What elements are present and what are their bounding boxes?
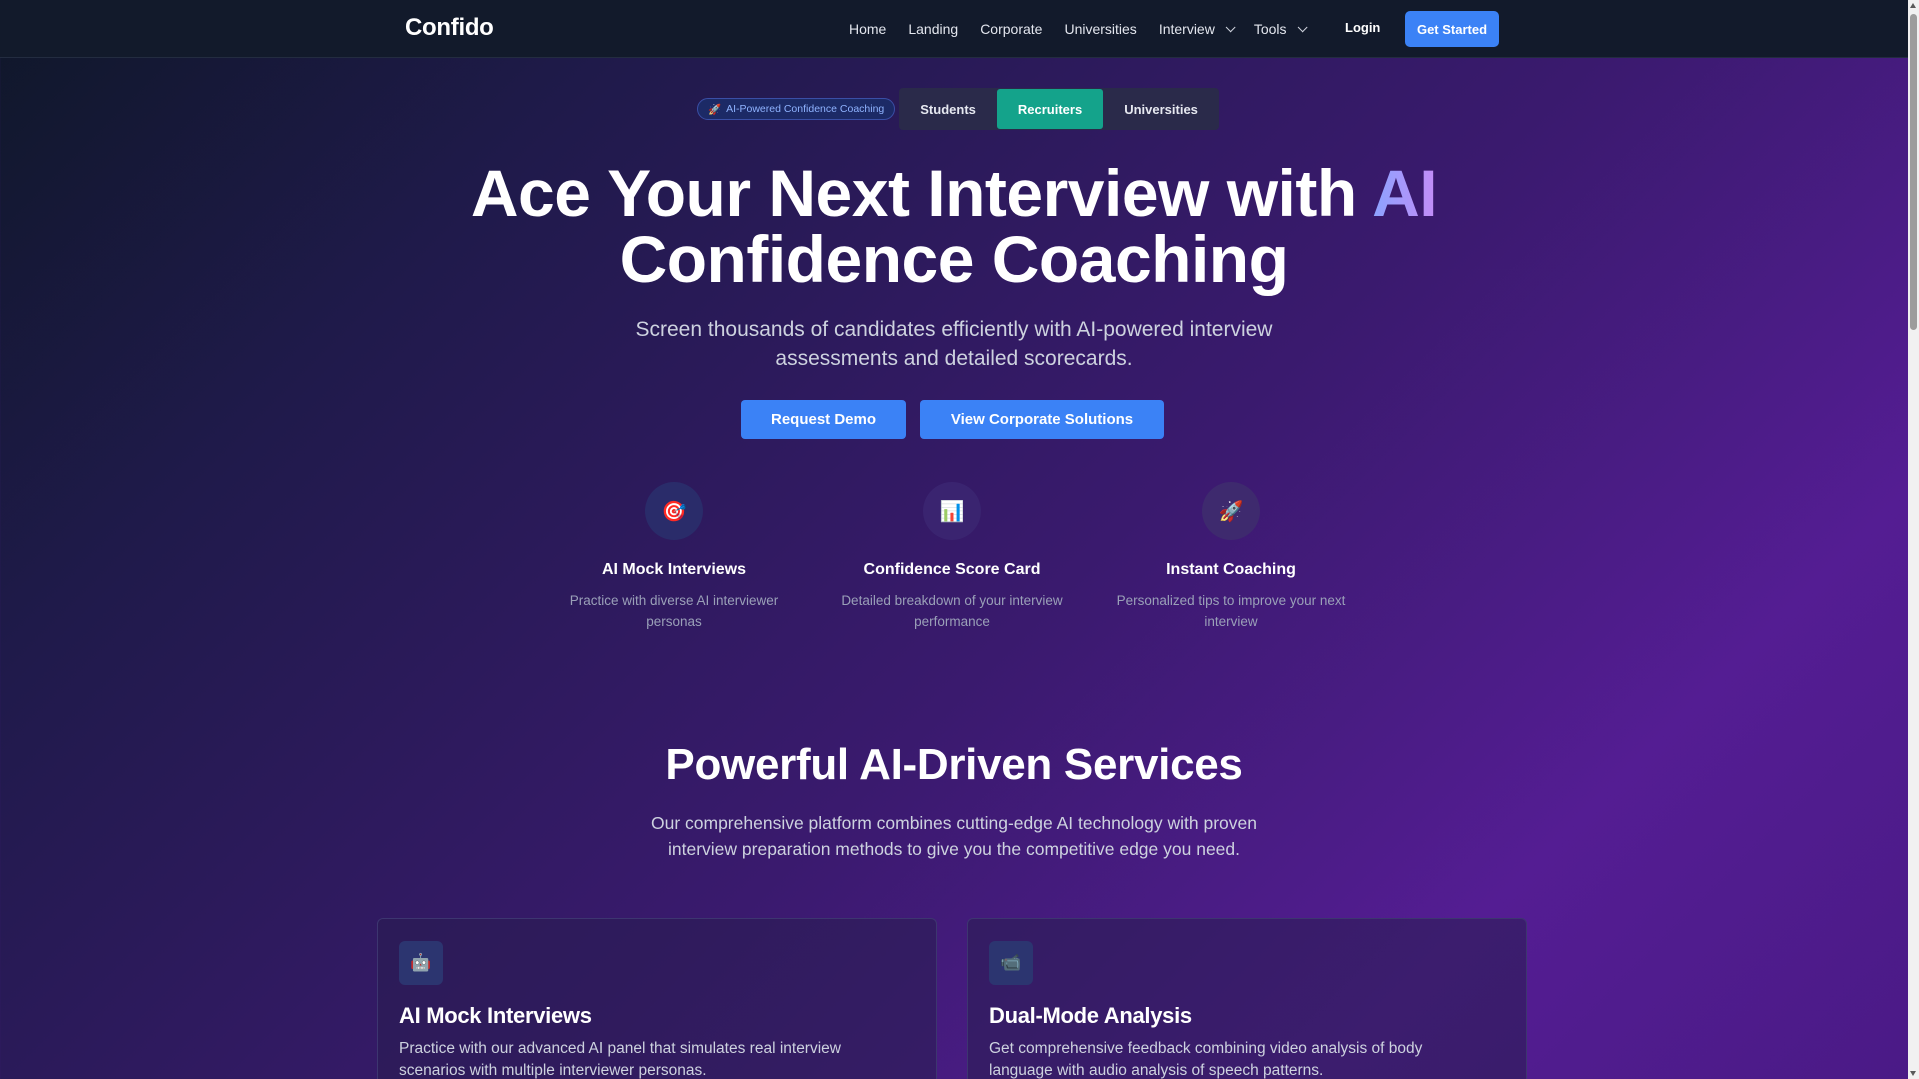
- service-card-dual-mode-analysis[interactable]: 📹 Dual-Mode Analysis Get comprehensive f…: [967, 918, 1527, 1079]
- hero-title-part1: Ace Your Next Interview with: [470, 156, 1357, 230]
- services-title: Powerful AI-Driven Services: [665, 740, 1243, 789]
- request-demo-button[interactable]: Request Demo: [741, 400, 906, 439]
- feature-description: Personalized tips to improve your next i…: [1101, 590, 1361, 632]
- tab-students[interactable]: Students: [899, 89, 997, 129]
- feature-description: Practice with diverse AI interviewer per…: [544, 590, 804, 632]
- feature-instant-coaching: 🚀 Instant Coaching Personalized tips to …: [1101, 482, 1361, 632]
- hero-cta-row: Request Demo View Corporate Solutions: [741, 400, 1164, 439]
- top-navbar: Confido Home Landing Corporate Universit…: [0, 0, 1908, 58]
- feature-description-line1: Personalized tips to improve your next: [1116, 593, 1346, 608]
- feature-title: Confidence Score Card: [863, 561, 1041, 578]
- target-icon: 🎯: [645, 482, 703, 540]
- service-card-title: AI Mock Interviews: [399, 1003, 592, 1028]
- audience-selector-row: 🚀 AI-Powered Confidence Coaching Student…: [697, 88, 1219, 130]
- service-card-ai-mock-interviews[interactable]: 🤖 AI Mock Interviews Practice with our a…: [377, 918, 937, 1079]
- hero-badge-label: AI-Powered Confidence Coaching: [726, 103, 885, 115]
- nav-link-landing[interactable]: Landing: [908, 21, 958, 37]
- robot-icon: 🤖: [399, 941, 443, 985]
- nav-dropdown-tools-label: Tools: [1253, 21, 1287, 37]
- feature-confidence-score-card: 📊 Confidence Score Card Detailed breakdo…: [822, 482, 1082, 632]
- feature-description: Detailed breakdown of your interview per…: [822, 590, 1082, 632]
- get-started-button[interactable]: Get Started: [1405, 11, 1499, 47]
- service-card-description-line1: Get comprehensive feedback combining vid…: [989, 1040, 1423, 1057]
- services-subtitle-line2: interview preparation methods to give yo…: [667, 839, 1240, 859]
- nav-link-universities[interactable]: Universities: [1064, 21, 1136, 37]
- view-corporate-solutions-button[interactable]: View Corporate Solutions: [920, 400, 1164, 439]
- tab-recruiters[interactable]: Recruiters: [996, 89, 1104, 129]
- service-card-description-line1: Practice with our advanced AI panel that…: [399, 1040, 841, 1057]
- feature-title: Instant Coaching: [1166, 561, 1296, 578]
- nav-link-home[interactable]: Home: [849, 21, 886, 37]
- scroll-up-arrow-icon[interactable]: [1910, 3, 1916, 8]
- hero-badge: 🚀 AI-Powered Confidence Coaching: [697, 98, 896, 120]
- nav-dropdown-interview[interactable]: Interview: [1158, 21, 1236, 37]
- video-camera-icon: 📹: [989, 941, 1033, 985]
- audience-tabs: Students Recruiters Universities: [899, 88, 1219, 130]
- feature-ai-mock-interviews: 🎯 AI Mock Interviews Practice with diver…: [544, 482, 804, 632]
- nav-links: Home Landing Corporate Universities Inte…: [849, 0, 1308, 58]
- feature-description-line1: Detailed breakdown of your interview: [841, 593, 1063, 608]
- chevron-down-icon: [1225, 21, 1236, 32]
- feature-description-line2: personas: [646, 614, 702, 629]
- nav-link-corporate[interactable]: Corporate: [980, 21, 1042, 37]
- services-subtitle: Our comprehensive platform combines cutt…: [0, 810, 1908, 862]
- feature-description-line2: interview: [1204, 614, 1258, 629]
- logo[interactable]: Confido: [405, 14, 494, 42]
- nav-dropdown-interview-label: Interview: [1158, 21, 1215, 37]
- feature-title: AI Mock Interviews: [601, 561, 747, 578]
- rocket-icon: 🚀: [708, 103, 722, 116]
- service-card-description-line2: language with audio analysis of speech p…: [989, 1062, 1324, 1079]
- hero-title: Ace Your Next Interview with AI Confiden…: [0, 160, 1908, 292]
- hero-title-highlight: AI: [1372, 156, 1438, 230]
- chart-icon: 📊: [923, 482, 981, 540]
- services-subtitle-line1: Our comprehensive platform combines cutt…: [650, 813, 1257, 833]
- hero-title-part2: Confidence Coaching: [619, 222, 1289, 296]
- hero-subtitle-line1: Screen thousands of candidates efficient…: [635, 318, 1273, 341]
- service-card-title: Dual-Mode Analysis: [989, 1003, 1192, 1028]
- login-link[interactable]: Login: [1345, 20, 1380, 35]
- nav-dropdown-tools[interactable]: Tools: [1253, 21, 1308, 37]
- page-scrollbar[interactable]: [1908, 0, 1919, 1079]
- service-card-description: Get comprehensive feedback combining vid…: [989, 1038, 1505, 1079]
- tab-universities[interactable]: Universities: [1103, 89, 1219, 129]
- hero-subtitle: Screen thousands of candidates efficient…: [0, 315, 1908, 373]
- feature-description-line2: performance: [914, 614, 990, 629]
- scrollbar-thumb[interactable]: [1910, 14, 1917, 330]
- feature-description-line1: Practice with diverse AI interviewer: [569, 593, 779, 608]
- hero-subtitle-line2: assessments and detailed scorecards.: [775, 347, 1133, 370]
- chevron-down-icon: [1297, 21, 1308, 32]
- service-card-description: Practice with our advanced AI panel that…: [399, 1038, 915, 1079]
- rocket-icon: 🚀: [1202, 482, 1260, 540]
- scroll-down-arrow-icon[interactable]: [1910, 1071, 1916, 1076]
- service-card-description-line2: scenarios with multiple interviewer pers…: [399, 1062, 707, 1079]
